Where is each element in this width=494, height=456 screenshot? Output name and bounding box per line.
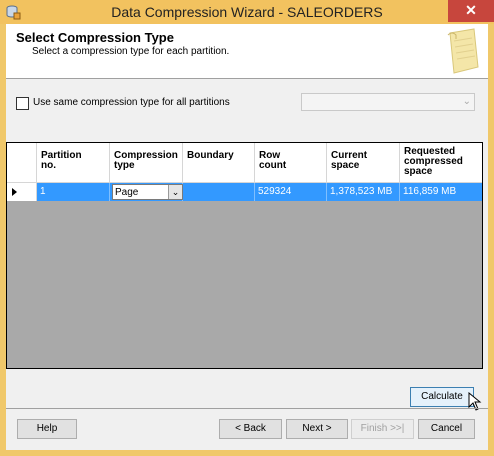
same-type-select: ⌄	[301, 93, 475, 111]
close-icon: ✕	[465, 2, 477, 18]
column-header-text: type	[114, 160, 135, 171]
row-header-corner	[7, 143, 37, 183]
compression-type-select[interactable]: Page ⌄	[112, 184, 183, 200]
title-bar: Data Compression Wizard - SALEORDERS ✕	[0, 0, 494, 24]
chevron-down-icon: ⌄	[462, 96, 471, 107]
column-header-current-space[interactable]: Current space	[327, 143, 400, 183]
page-title: Select Compression Type	[16, 30, 174, 45]
back-button[interactable]: < Back	[219, 419, 282, 439]
scroll-icon	[447, 28, 479, 74]
grid-empty-area	[7, 201, 482, 368]
cell-row-count[interactable]: 529324	[255, 183, 327, 201]
help-button[interactable]: Help	[17, 419, 77, 439]
column-header-text: space	[404, 166, 433, 177]
grid-header: Partition no. Compression type Boundary …	[7, 143, 482, 183]
column-header-text: no.	[41, 160, 56, 171]
wizard-window: Data Compression Wizard - SALEORDERS ✕ S…	[0, 0, 494, 456]
next-button[interactable]: Next >	[286, 419, 348, 439]
wizard-body: Select Compression Type Select a compres…	[6, 24, 488, 450]
same-type-checkbox[interactable]	[16, 97, 29, 110]
cell-partition-no[interactable]: 1	[37, 183, 110, 201]
partition-grid: Partition no. Compression type Boundary …	[6, 142, 483, 369]
wizard-header: Select Compression Type Select a compres…	[6, 24, 488, 79]
row-header[interactable]	[7, 183, 37, 201]
column-header-requested-space[interactable]: Requested compressed space	[400, 143, 482, 183]
column-header-text: count	[259, 160, 287, 171]
current-row-arrow-icon	[12, 188, 17, 196]
table-row[interactable]: 1 Page ⌄ 529324 1,378,523 MB 116,859 MB	[7, 183, 482, 201]
same-type-label: Use same compression type for all partit…	[33, 97, 230, 108]
chevron-down-icon[interactable]: ⌄	[168, 185, 182, 199]
column-header-row-count[interactable]: Row count	[255, 143, 327, 183]
finish-button[interactable]: Finish >>|	[351, 419, 414, 439]
column-header-text: space	[331, 160, 360, 171]
column-header-text: Boundary	[187, 150, 234, 161]
window-title: Data Compression Wizard - SALEORDERS	[111, 4, 383, 20]
compression-type-value: Page	[115, 187, 139, 198]
cell-boundary[interactable]	[183, 183, 255, 201]
column-header-boundary[interactable]: Boundary	[183, 143, 255, 183]
cell-current-space[interactable]: 1,378,523 MB	[327, 183, 400, 201]
footer-divider	[6, 408, 488, 409]
mouse-cursor-icon	[468, 392, 482, 411]
close-button[interactable]: ✕	[448, 0, 494, 22]
column-header-compression-type[interactable]: Compression type	[110, 143, 183, 183]
cancel-button[interactable]: Cancel	[418, 419, 475, 439]
cell-compression-type[interactable]: Page ⌄	[110, 183, 183, 201]
cell-requested-space[interactable]: 116,859 MB	[400, 183, 482, 201]
calculate-button[interactable]: Calculate	[410, 387, 474, 407]
column-header-partition[interactable]: Partition no.	[37, 143, 110, 183]
page-subtitle: Select a compression type for each parti…	[32, 46, 230, 57]
